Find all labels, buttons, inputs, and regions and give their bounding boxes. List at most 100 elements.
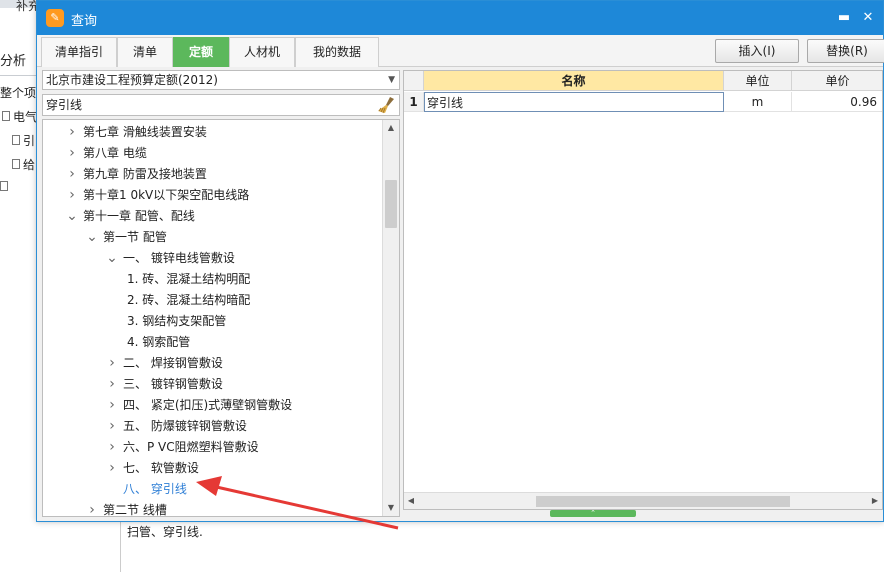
background-description-panel: 扫管、穿引线. (120, 520, 884, 572)
tree-item[interactable]: › 第二节 线槽 (85, 500, 167, 517)
tree-item[interactable]: › 第九章 防雷及接地装置 (65, 164, 207, 185)
result-grid: 名称 单位 单价 1 穿引线 m 0.96 ◀ ▶ (403, 70, 883, 510)
quota-library-value: 北京市建设工程预算定额(2012) (46, 73, 218, 87)
chevron-right-icon[interactable]: › (105, 374, 119, 395)
chevron-right-icon[interactable]: › (105, 458, 119, 479)
clear-broom-icon[interactable] (377, 96, 397, 114)
scroll-down-icon[interactable]: ▼ (383, 500, 399, 516)
quota-tree: › 第七章 滑触线装置安装 › 第八章 电缆 › 第九章 防雷及接地装置 › 第十章1 0kV… (42, 119, 400, 517)
grid-corner (404, 71, 424, 91)
tree-item-label: 3. 钢结构支架配管 (127, 314, 227, 328)
tree-item[interactable]: 1. 砖、混凝土结构明配 (127, 269, 250, 290)
tree-item[interactable]: ⌄ 第一节 配管 (85, 227, 167, 248)
background-side-panel (0, 48, 36, 572)
background-tree-item[interactable]: 引 (12, 132, 35, 149)
chevron-down-icon[interactable]: ⌄ (65, 206, 79, 227)
tab-my-data[interactable]: 我的数据 (295, 37, 379, 67)
scroll-up-icon[interactable]: ▲ (383, 120, 399, 136)
tab-quota[interactable]: 定额 (173, 37, 229, 67)
background-tree-item[interactable]: 给 (12, 156, 35, 173)
file-icon (0, 180, 8, 194)
query-dialog: ✎ 查询 ▬ ✕ 清单指引 清单 定额 人材机 我的数据 插入(I) 替换(R)… (36, 0, 884, 522)
quota-library-select[interactable]: 北京市建设工程预算定额(2012) ▼ (42, 70, 400, 90)
file-icon (12, 135, 20, 145)
chevron-right-icon[interactable]: › (65, 164, 79, 185)
tree-item[interactable]: › 二、 焊接钢管敷设 (105, 353, 223, 374)
tree-item[interactable]: › 第八章 电缆 (65, 143, 147, 164)
search-input[interactable]: 穿引线 (42, 94, 400, 116)
tree-item[interactable]: 4. 钢索配管 (127, 332, 190, 353)
chevron-right-icon[interactable]: › (65, 185, 79, 206)
chevron-right-icon[interactable]: › (105, 353, 119, 374)
tree-item-label: 2. 砖、混凝土结构暗配 (127, 293, 251, 307)
background-analysis-tab[interactable]: 分析 (0, 50, 36, 74)
tree-item-label: 二、 焊接钢管敷设 (123, 356, 223, 370)
panel-splitter-handle[interactable]: ⌃ (550, 510, 636, 517)
tree-item-label: 第八章 电缆 (83, 146, 147, 160)
grid-horizontal-scrollbar[interactable]: ◀ ▶ (404, 492, 882, 509)
tree-item[interactable]: 八、 穿引线 (105, 479, 187, 500)
tree-item[interactable]: › 四、 紧定(扣压)式薄壁钢管敷设 (105, 395, 292, 416)
file-icon (12, 159, 20, 169)
tree-item-label: 第九章 防雷及接地装置 (83, 167, 207, 181)
chevron-right-icon[interactable]: › (105, 437, 119, 458)
background-description-text: 扫管、穿引线. (127, 525, 203, 539)
scroll-left-icon[interactable]: ◀ (404, 493, 418, 509)
tree-item-label: 第一节 配管 (103, 230, 167, 244)
chevron-down-icon[interactable]: ⌄ (105, 248, 119, 269)
tree-item-label: 第十章1 0kV以下架空配电线路 (83, 188, 250, 202)
file-icon (2, 111, 10, 121)
tree-item-label: 1. 砖、混凝土结构明配 (127, 272, 251, 286)
column-header-name[interactable]: 名称 (424, 71, 724, 91)
row-number: 1 (404, 92, 424, 112)
tree-item[interactable]: › 第十章1 0kV以下架空配电线路 (65, 185, 249, 206)
background-tree-item[interactable]: 电气 (2, 108, 37, 125)
chevron-down-icon[interactable]: ⌄ (85, 227, 99, 248)
dialog-tabbar: 清单指引 清单 定额 人材机 我的数据 插入(I) 替换(R) (37, 35, 884, 67)
tree-item-label: 第二节 线槽 (103, 503, 167, 517)
tree-item[interactable]: › 三、 镀锌钢管敷设 (105, 374, 223, 395)
cell-name[interactable]: 穿引线 (424, 92, 724, 112)
tree-item[interactable]: › 第七章 滑触线装置安装 (65, 122, 207, 143)
chevron-down-icon[interactable]: ▼ (388, 71, 395, 89)
tree-item-label: 六、P VC阻燃塑料管敷设 (123, 440, 259, 454)
scroll-right-icon[interactable]: ▶ (868, 493, 882, 509)
cell-price[interactable]: 0.96 (792, 92, 882, 112)
tree-item[interactable]: › 五、 防爆镀锌钢管敷设 (105, 416, 247, 437)
tree-vertical-scrollbar[interactable]: ▲ ▼ (382, 120, 399, 516)
tree-item-label: 第十一章 配管、配线 (83, 209, 195, 223)
scroll-thumb[interactable] (536, 496, 790, 507)
tree-item-label: 五、 防爆镀锌钢管敷设 (123, 419, 247, 433)
column-header-unit[interactable]: 单位 (724, 71, 792, 91)
tab-list-guide[interactable]: 清单指引 (41, 37, 117, 67)
chevron-right-icon[interactable]: › (65, 122, 79, 143)
replace-button[interactable]: 替换(R) (807, 39, 884, 63)
tab-labor-material-machine[interactable]: 人材机 (229, 37, 295, 67)
cell-unit[interactable]: m (724, 92, 792, 112)
insert-button[interactable]: 插入(I) (715, 39, 799, 63)
tree-item[interactable]: 3. 钢结构支架配管 (127, 311, 226, 332)
app-logo-icon: ✎ (46, 9, 64, 27)
close-icon[interactable]: ✕ (859, 9, 877, 27)
dialog-titlebar[interactable]: ✎ 查询 ▬ ✕ (37, 1, 883, 35)
dialog-title: 查询 (71, 14, 98, 29)
tree-item[interactable]: 2. 砖、混凝土结构暗配 (127, 290, 250, 311)
chevron-right-icon[interactable]: › (105, 416, 119, 437)
search-input-value: 穿引线 (46, 98, 83, 112)
chevron-right-icon[interactable]: › (85, 500, 99, 516)
background-divider (0, 75, 36, 76)
column-header-price[interactable]: 单价 (792, 71, 882, 91)
tree-item[interactable]: › 六、P VC阻燃塑料管敷设 (105, 437, 259, 458)
tree-item-label: 三、 镀锌钢管敷设 (123, 377, 223, 391)
tree-item-label: 七、 软管敷设 (123, 461, 199, 475)
grid-header: 名称 单位 单价 (404, 71, 882, 91)
tree-item[interactable]: ⌄ 一、 镀锌电线管敷设 (105, 248, 235, 269)
tree-item[interactable]: ⌄ 第十一章 配管、配线 (65, 206, 195, 227)
chevron-right-icon[interactable]: › (105, 395, 119, 416)
tab-bill[interactable]: 清单 (117, 37, 173, 67)
scroll-thumb[interactable] (385, 180, 397, 228)
tree-item-label: 八、 穿引线 (123, 482, 187, 496)
minimize-icon[interactable]: ▬ (835, 9, 853, 27)
tree-item[interactable]: › 七、 软管敷设 (105, 458, 199, 479)
chevron-right-icon[interactable]: › (65, 143, 79, 164)
